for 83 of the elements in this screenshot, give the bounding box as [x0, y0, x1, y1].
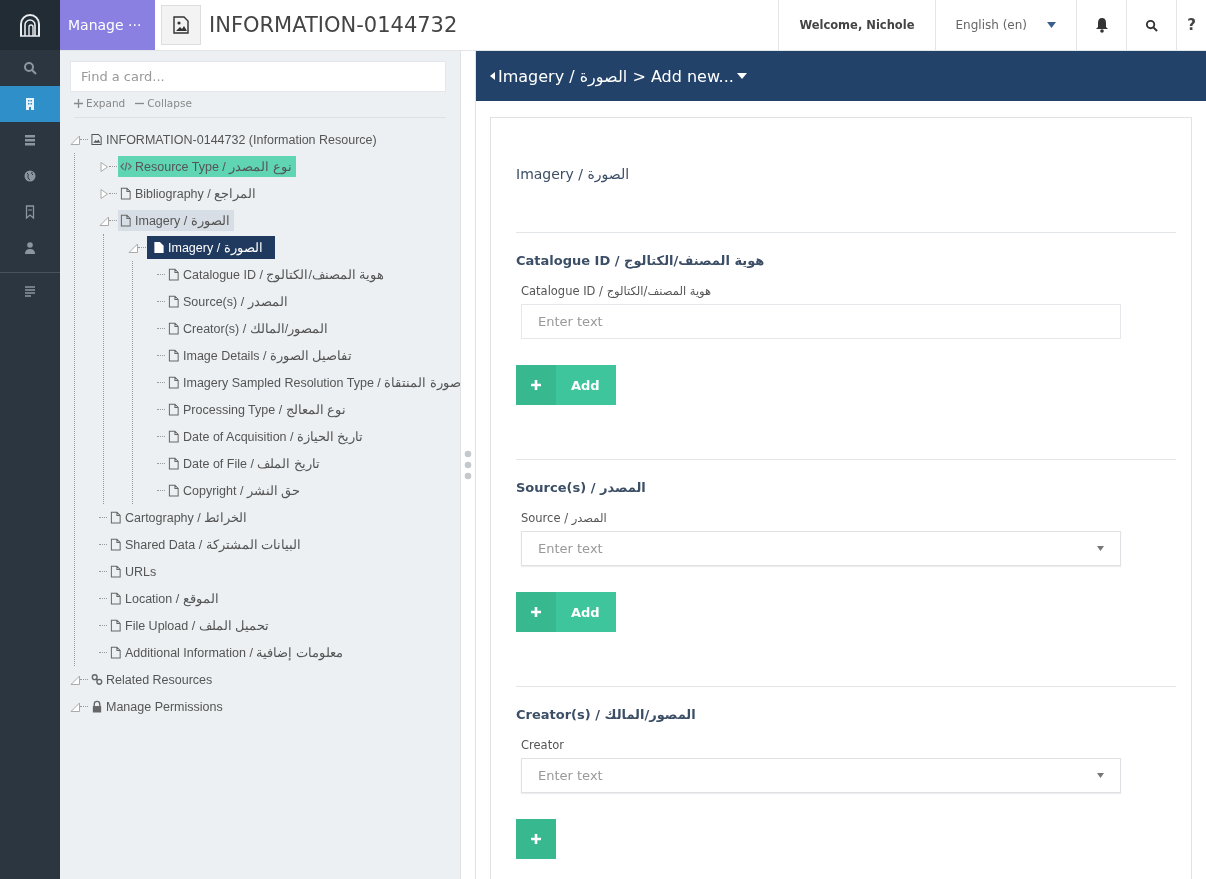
file-icon: [110, 646, 122, 659]
tree-item[interactable]: URLs: [108, 561, 161, 582]
tree-item[interactable]: Related Resources: [89, 669, 217, 690]
file-icon: [168, 268, 180, 281]
text-field[interactable]: Enter text: [521, 304, 1121, 339]
arch-logo-icon[interactable]: [19, 13, 41, 37]
tree-item[interactable]: Copyright / حق النشر: [166, 480, 305, 501]
file-icon: [120, 187, 132, 200]
breadcrumb-text[interactable]: Imagery / الصورة > Add new...: [498, 66, 734, 86]
card-title: Imagery / الصورة: [516, 118, 1176, 233]
file-icon: [168, 457, 180, 470]
tree-item[interactable]: Manage Permissions: [89, 696, 227, 717]
drag-handle-icon[interactable]: [464, 450, 472, 480]
list-icon[interactable]: [23, 133, 37, 147]
caret-down-icon[interactable]: [736, 73, 747, 79]
tree-item[interactable]: Date of Acquisition / تاريخ الحيازة: [166, 426, 368, 447]
section-title: Catalogue ID / هوية المصنف/الكتالوج: [516, 253, 766, 268]
tree-item[interactable]: Imagery / الصورة: [118, 210, 234, 231]
tree-item[interactable]: Imagery Sampled Resolution Type / صورة المنتقاة: [166, 372, 460, 393]
building-icon[interactable]: [23, 97, 37, 111]
code-icon: [120, 160, 132, 173]
tree-item[interactable]: File Upload / تحميل الملف: [108, 615, 274, 636]
tree-item[interactable]: Additional Information / معلومات إضافية: [108, 642, 347, 663]
file-icon: [168, 295, 180, 308]
tree-item[interactable]: Location / الموقع: [108, 588, 223, 609]
triangle-icon[interactable]: [70, 134, 80, 145]
tree-item[interactable]: Shared Data / البيانات المشتركة: [108, 534, 306, 555]
tree-item[interactable]: Imagery / الصورة: [147, 236, 275, 259]
plus-icon: [531, 607, 541, 617]
tree-item[interactable]: Cartography / الخرائط: [108, 507, 252, 528]
person-icon[interactable]: [23, 241, 37, 255]
globe-icon[interactable]: [23, 169, 37, 183]
file-icon: [110, 565, 122, 578]
tree-item[interactable]: Source(s) / المصدر: [166, 291, 292, 312]
file-icon: [168, 403, 180, 416]
file-icon: [153, 241, 165, 254]
link-icon: [91, 673, 103, 686]
file-icon: [120, 214, 132, 227]
triangle-icon[interactable]: [128, 242, 138, 253]
tree-item[interactable]: Creator(s) / المصور/المالك: [166, 318, 333, 339]
section-title: Creator(s) / المصور/المالك: [516, 707, 697, 722]
bookmark-icon[interactable]: [23, 205, 37, 219]
caret-down-icon: [1097, 546, 1104, 551]
triangle-icon[interactable]: [99, 215, 109, 226]
search-icon[interactable]: [1145, 18, 1158, 32]
tree-item[interactable]: Image Details / تفاصيل الصورة: [166, 345, 357, 366]
triangle-icon[interactable]: [70, 674, 80, 685]
image-file-icon: [173, 16, 189, 34]
bell-icon[interactable]: [1094, 17, 1109, 33]
triangle-icon[interactable]: [99, 161, 109, 172]
resource-title: INFORMATION-0144732: [209, 13, 458, 37]
caret-left-icon[interactable]: [490, 72, 495, 80]
image-file-icon: [91, 133, 103, 146]
tree-item[interactable]: Processing Type / نوع المعالج: [166, 399, 351, 420]
caret-down-icon: [1097, 773, 1104, 778]
plus-icon: [74, 98, 83, 108]
file-icon: [168, 322, 180, 335]
field-label: Source / المصدر: [521, 511, 608, 525]
plus-icon: [531, 834, 541, 844]
lock-icon: [91, 700, 103, 713]
triangle-icon[interactable]: [99, 188, 109, 199]
search-field[interactable]: Find a card...: [70, 61, 446, 92]
caret-down-icon: [1047, 22, 1056, 28]
tree-item[interactable]: Resource Type / نوع المصدر: [118, 156, 296, 177]
section-title: Source(s) / المصدر: [516, 480, 647, 495]
file-icon: [110, 592, 122, 605]
plus-icon: [531, 380, 541, 390]
file-icon: [110, 511, 122, 524]
tree-item[interactable]: Date of File / تاريخ الملف: [166, 453, 324, 474]
file-icon: [110, 538, 122, 551]
field-label: Creator: [521, 738, 565, 752]
file-icon: [168, 349, 180, 362]
triangle-icon[interactable]: [70, 701, 80, 712]
file-icon: [168, 430, 180, 443]
tree-item[interactable]: Bibliography / المراجع: [118, 183, 261, 204]
file-icon: [168, 484, 180, 497]
field-label: Catalogue ID / هوية المصنف/الكتالوج: [521, 284, 713, 298]
add-button[interactable]: [516, 819, 556, 859]
file-icon: [168, 376, 180, 389]
tree-item[interactable]: Catalogue ID / هوية المصنف/الكتالوج: [166, 264, 389, 285]
tree-item[interactable]: INFORMATION-0144732 (Information Resource): [89, 129, 381, 150]
file-icon: [110, 619, 122, 632]
text-lines-icon[interactable]: [23, 284, 37, 298]
